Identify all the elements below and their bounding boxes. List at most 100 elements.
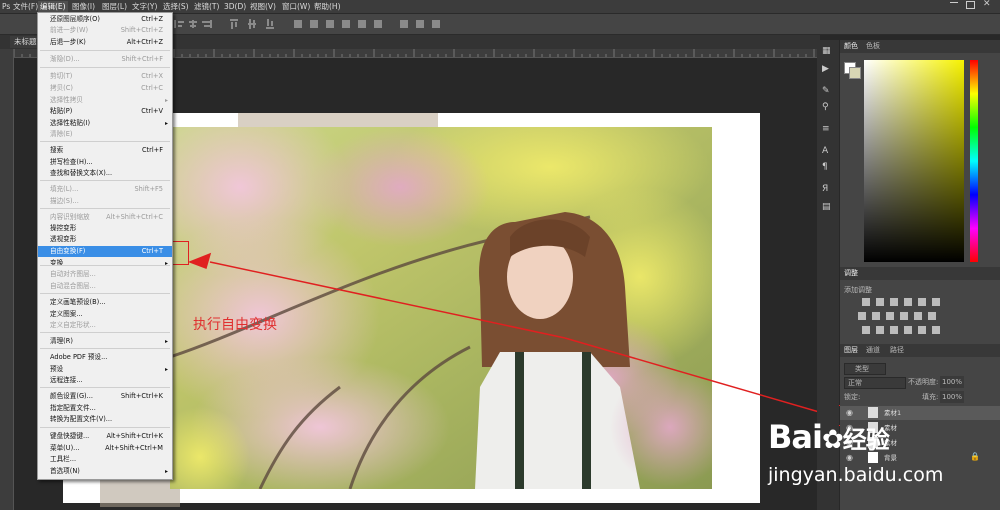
menu-item[interactable]: 前进一步(W) Shift+Ctrl+Z: [38, 25, 172, 36]
tab-swatches[interactable]: 色板: [866, 40, 880, 52]
history-icon[interactable]: ▦: [822, 46, 831, 56]
menu-item[interactable]: 选择性拷贝 ▸: [38, 95, 172, 106]
layer-thumbnail: [868, 407, 878, 418]
properties-icon[interactable]: ▤: [822, 202, 831, 212]
menu-item-label: 定义自定形状...: [50, 321, 96, 329]
menu-item[interactable]: 后退一步(K) Alt+Ctrl+Z: [38, 37, 172, 48]
menu-item-label: 指定配置文件...: [50, 404, 96, 412]
menu-item[interactable]: 自动对齐图层...: [38, 269, 172, 280]
watermark-brand-text2: 经验: [842, 426, 890, 454]
adjustment-icons[interactable]: [858, 296, 958, 336]
menu-item[interactable]: 菜单(U)... Alt+Shift+Ctrl+M: [38, 443, 172, 454]
tab-channels[interactable]: 通道: [866, 344, 880, 356]
menu-item[interactable]: 定义画笔预设(B)...: [38, 297, 172, 308]
tab-paths[interactable]: 路径: [890, 344, 904, 356]
menu-item[interactable]: 首选项(N) ▸: [38, 466, 172, 477]
menu-separator: [40, 208, 170, 209]
menu-item[interactable]: 颜色设置(G)... Shift+Ctrl+K: [38, 391, 172, 402]
menu-item[interactable]: 还原图层顺序(O) Ctrl+Z: [38, 14, 172, 25]
menu-item[interactable]: 工具栏...: [38, 454, 172, 465]
menu-item[interactable]: 渐隐(D)... Shift+Ctrl+F: [38, 54, 172, 65]
menu-item[interactable]: 预设 ▸: [38, 364, 172, 375]
clone-icon[interactable]: ⚲: [822, 102, 829, 112]
menu-item[interactable]: 变换 ▸: [38, 258, 172, 269]
menu-item-shortcut: Ctrl+Z: [141, 15, 163, 23]
paw-icon: ✿: [821, 425, 844, 455]
menu-item-label: 清理(R): [50, 337, 73, 345]
background-swatch[interactable]: [849, 67, 861, 79]
menu-item[interactable]: 键盘快捷键... Alt+Shift+Ctrl+K: [38, 431, 172, 442]
submenu-arrow-icon: ▸: [164, 260, 168, 267]
menu-item[interactable]: 定义图案...: [38, 309, 172, 320]
character-icon[interactable]: A: [822, 146, 828, 156]
menu-item[interactable]: 粘贴(P) Ctrl+V: [38, 106, 172, 117]
color-panel-header: 颜色 色板: [840, 40, 1000, 53]
brush-icon[interactable]: ✎: [822, 86, 830, 96]
fill-field[interactable]: 100%: [940, 391, 965, 403]
menu-item-label: 颜色设置(G)...: [50, 392, 93, 400]
menu-item-shortcut: Shift+Ctrl+K: [120, 392, 163, 400]
menu-item-shortcut: Alt+Shift+Ctrl+K: [106, 432, 163, 440]
menu-item-label: 预设: [50, 365, 64, 373]
tab-layers[interactable]: 图层: [844, 344, 858, 356]
menu-item[interactable]: 清理(R) ▸: [38, 336, 172, 347]
menu-item-label: 操控变形: [50, 224, 77, 232]
menu-item-label: 菜单(U)...: [50, 444, 80, 452]
menu-separator: [40, 332, 170, 333]
adjustments-hint: 添加调整: [844, 286, 872, 294]
adjustments-panel-header: 调整: [840, 267, 1000, 280]
paragraph-icon[interactable]: ¶: [822, 162, 828, 172]
adjust-icon[interactable]: ≡: [822, 124, 830, 134]
menu-item-shortcut: Ctrl+C: [141, 84, 163, 92]
menu-item[interactable]: Adobe PDF 预设...: [38, 352, 172, 363]
opacity-field[interactable]: 100%: [940, 376, 965, 388]
menu-item-label: 查找和替换文本(X)...: [50, 169, 113, 177]
watermark-brand-text: Bai: [768, 418, 823, 456]
menu-item[interactable]: 转换为配置文件(V)...: [38, 414, 172, 425]
blend-mode-select[interactable]: 正常: [844, 377, 906, 389]
glyph-icon[interactable]: Я: [822, 184, 828, 194]
menu-item[interactable]: 操控变形: [38, 223, 172, 234]
menu-item-label: 填充(L)...: [50, 185, 79, 193]
menu-item-label: 透视变形: [50, 235, 77, 243]
fill-label: 填充:: [922, 393, 939, 401]
menu-item[interactable]: 定义自定形状...: [38, 320, 172, 331]
blend-mode-label: 正常: [848, 379, 862, 387]
menu-item[interactable]: 自动混合图层...: [38, 281, 172, 292]
menu-item-label: Adobe PDF 预设...: [50, 353, 108, 361]
menu-item[interactable]: 拼写检查(H)...: [38, 157, 172, 168]
menu-item[interactable]: 描边(S)...: [38, 196, 172, 207]
layer-filter-select[interactable]: 类型: [844, 363, 886, 375]
tab-adjustments[interactable]: 调整: [844, 267, 858, 279]
menu-item-label: 渐隐(D)...: [50, 55, 80, 63]
tab-color[interactable]: 颜色: [844, 40, 858, 52]
watermark-brand: Bai✿经验: [768, 418, 890, 456]
menu-item[interactable]: 查找和替换文本(X)...: [38, 168, 172, 179]
submenu-arrow-icon: ▸: [164, 468, 168, 475]
submenu-arrow-icon: ▸: [164, 338, 168, 345]
menu-item-label: 工具栏...: [50, 455, 77, 463]
menu-item[interactable]: 清除(E): [38, 129, 172, 140]
hue-slider[interactable]: [970, 60, 978, 262]
menu-item-label: 还原图层顺序(O): [50, 15, 100, 23]
menu-item-label: 自动对齐图层...: [50, 270, 96, 278]
layer-filter-label: 类型: [855, 365, 869, 373]
menu-item[interactable]: 透视变形: [38, 234, 172, 245]
menu-item[interactable]: 剪切(T) Ctrl+X: [38, 71, 172, 82]
menu-item[interactable]: 自由变换(F) Ctrl+T: [38, 246, 172, 257]
menu-item-label: 描边(S)...: [50, 197, 79, 205]
menu-item[interactable]: 指定配置文件...: [38, 403, 172, 414]
color-picker-field[interactable]: [864, 60, 964, 262]
menu-separator: [40, 180, 170, 181]
menu-item[interactable]: 搜索 Ctrl+F: [38, 145, 172, 156]
menu-item[interactable]: 内容识别缩放 Alt+Shift+Ctrl+C: [38, 212, 172, 223]
menu-item[interactable]: 拷贝(C) Ctrl+C: [38, 83, 172, 94]
eye-icon[interactable]: ◉: [846, 408, 853, 417]
menu-item-label: 自动混合图层...: [50, 282, 96, 290]
menu-separator: [40, 50, 170, 51]
menu-item[interactable]: 选择性粘贴(I) ▸: [38, 118, 172, 129]
menu-item[interactable]: 远程连接...: [38, 375, 172, 386]
menu-item-label: 选择性拷贝: [50, 96, 83, 104]
menu-item[interactable]: 填充(L)... Shift+F5: [38, 184, 172, 195]
play-icon[interactable]: ▶: [822, 64, 829, 74]
